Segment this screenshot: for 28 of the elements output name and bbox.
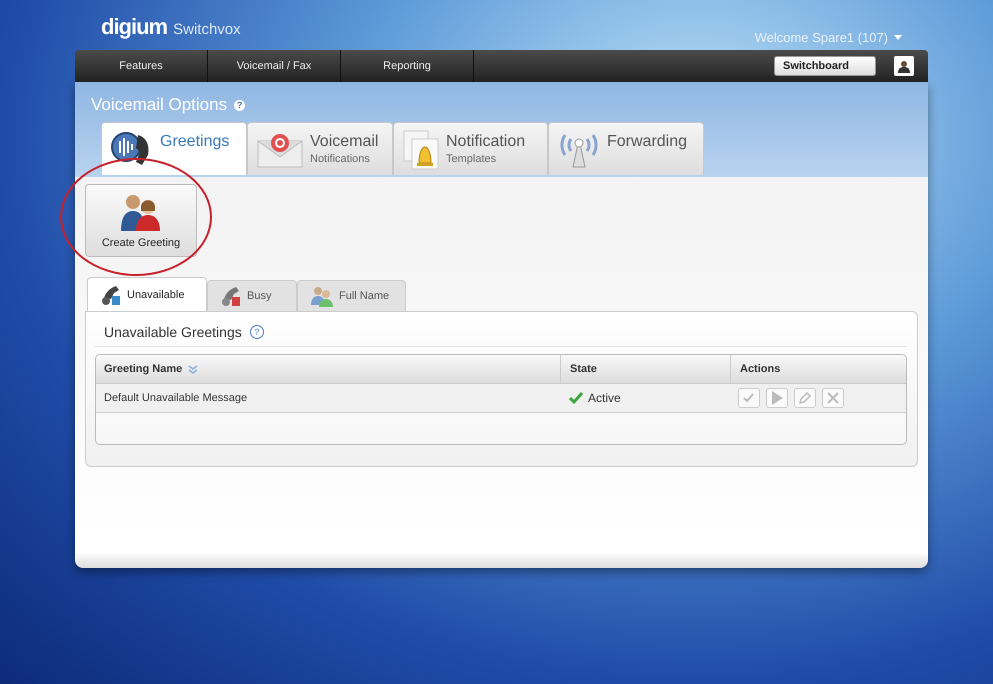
- phone-icon: [220, 285, 242, 307]
- bell-icon: [402, 129, 440, 171]
- category-tab[interactable]: Greetings: [101, 122, 247, 175]
- caret-icon[interactable]: [894, 35, 902, 40]
- product-name: Switchvox: [173, 21, 241, 38]
- category-tab[interactable]: Voicemail Notifications: [247, 122, 393, 175]
- category-tab[interactable]: Forwarding: [548, 122, 704, 175]
- table-cell-text: Default Unavailable Message: [103, 392, 248, 404]
- column-header: State: [560, 355, 730, 383]
- greeting-type-tab[interactable]: Busy: [207, 280, 297, 311]
- people-icon: [310, 285, 334, 307]
- logo-text: digium: [101, 14, 168, 40]
- greeting-type-tab[interactable]: Unavailable: [87, 277, 207, 311]
- page-title: Voicemail Options: [91, 95, 228, 115]
- help-icon[interactable]: ?: [250, 325, 264, 339]
- column-header[interactable]: Greeting Name: [104, 363, 182, 375]
- section-title: Unavailable Greetings: [104, 324, 242, 340]
- column-header: Actions: [730, 355, 906, 383]
- help-icon[interactable]: ?: [234, 100, 246, 110]
- user-icon[interactable]: [894, 56, 914, 76]
- create-greeting-button[interactable]: Create Greeting: [85, 184, 197, 257]
- switchboard-button[interactable]: Switchboard: [774, 56, 876, 76]
- phone-icon: [100, 284, 122, 306]
- pencil-icon: [796, 389, 814, 407]
- sort-icon[interactable]: [188, 364, 198, 374]
- category-tab[interactable]: Notification Templates: [393, 122, 548, 175]
- greeting-type-tab[interactable]: Full Name: [297, 280, 406, 311]
- state-text: Active: [588, 391, 621, 405]
